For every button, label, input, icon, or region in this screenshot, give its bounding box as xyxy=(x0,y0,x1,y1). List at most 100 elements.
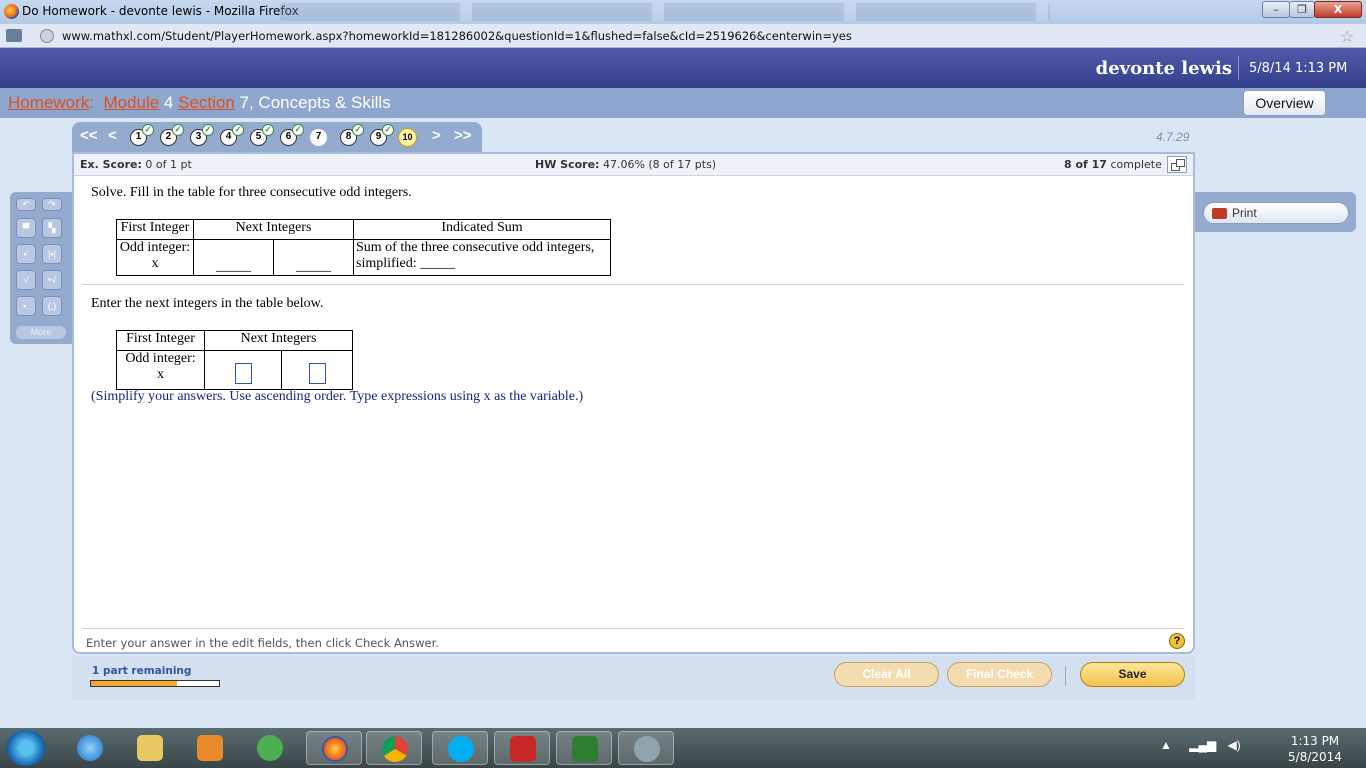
answer-input-1[interactable] xyxy=(234,363,252,384)
ref-sum-cell: Sum of the three consecutive odd integer… xyxy=(353,239,611,276)
check-icon: ✓ xyxy=(352,124,364,136)
overview-button[interactable]: Overview xyxy=(1243,90,1326,116)
tray-expand-icon[interactable]: ▲ xyxy=(1160,738,1172,752)
bookmark-star-icon[interactable]: ☆ xyxy=(1340,27,1354,47)
breadcrumb-section-link[interactable]: Section xyxy=(178,93,235,112)
exponent-icon[interactable]: ▪' xyxy=(16,244,36,264)
decimal-icon[interactable]: ▪. xyxy=(16,296,36,316)
window-title: Do Homework - devonte lewis - Mozilla Fi… xyxy=(22,4,299,18)
background-tabs xyxy=(280,3,1050,21)
window-titlebar: Do Homework - devonte lewis - Mozilla Fi… xyxy=(0,0,1366,24)
footer-divider xyxy=(82,628,1184,629)
breadcrumb-homework-link[interactable]: Homework xyxy=(8,93,89,112)
redo-icon[interactable]: ↷ xyxy=(42,198,62,211)
taskbar-media-player[interactable] xyxy=(182,731,238,765)
taskbar-messenger[interactable] xyxy=(242,731,298,765)
progress-fill xyxy=(91,681,177,686)
taskbar-excel[interactable] xyxy=(556,731,612,765)
ordered-pair-icon[interactable]: (,) xyxy=(42,296,62,316)
question-bubble-6[interactable]: 6 ✓ xyxy=(280,124,304,146)
ref-next-blank-1: _____ xyxy=(193,239,274,276)
answer-first-var: x xyxy=(157,367,164,382)
question-bubble-10[interactable]: 10 xyxy=(398,128,417,147)
taskbar-acrobat[interactable] xyxy=(494,731,550,765)
first-question-button[interactable]: << xyxy=(80,127,98,144)
question-bubble-2[interactable]: 2 ✓ xyxy=(160,124,184,146)
expand-window-icon[interactable] xyxy=(1167,156,1187,173)
question-bubble-8[interactable]: 8 ✓ xyxy=(340,124,364,146)
question-bubble-4[interactable]: 4 ✓ xyxy=(220,124,244,146)
print-panel: Print xyxy=(1195,192,1356,232)
question-navigator: << < 1 ✓ 2 ✓ 3 ✓ 4 ✓ 5 ✓ 6 ✓ 7 8 ✓ 9 ✓ 10 > >> xyxy=(72,122,482,152)
question-bubble-5[interactable]: 5 ✓ xyxy=(250,124,274,146)
final-check-button[interactable]: Final Check xyxy=(947,662,1052,687)
taskbar-ie[interactable] xyxy=(62,731,118,765)
last-question-button[interactable]: >> xyxy=(454,127,472,144)
question-bubble-1[interactable]: 1 ✓ xyxy=(130,124,154,146)
prev-question-button[interactable]: < xyxy=(108,127,117,144)
question-bubble-3[interactable]: 3 ✓ xyxy=(190,124,214,146)
ex-score-value: 0 of 1 pt xyxy=(145,158,192,171)
ref-sum-text: Sum of the three consecutive odd integer… xyxy=(356,240,595,255)
breadcrumb-section-title: 7, Concepts & Skills xyxy=(234,93,391,112)
check-icon: ✓ xyxy=(142,124,154,136)
excel-icon xyxy=(572,736,598,762)
button-separator xyxy=(1065,666,1066,686)
hw-score-label: HW Score: xyxy=(535,158,600,171)
breadcrumb-module-link[interactable]: Module xyxy=(103,93,159,112)
skype-icon xyxy=(448,736,474,762)
taskbar-paint[interactable] xyxy=(618,731,674,765)
fraction-icon[interactable]: ▀ xyxy=(16,218,36,238)
paint-icon xyxy=(634,736,660,762)
minimize-button[interactable]: – xyxy=(1262,1,1290,18)
print-button[interactable]: Print xyxy=(1203,202,1349,224)
answer-prompt: Enter the next integers in the table bel… xyxy=(91,296,324,311)
messenger-icon xyxy=(257,735,283,761)
mixed-number-icon[interactable]: ▚ xyxy=(42,218,62,238)
breadcrumb-module-number: 4 xyxy=(159,93,179,112)
ref-first-cell: Odd integer: x xyxy=(116,239,194,276)
answer-first-cell: Odd integer: x xyxy=(116,350,205,390)
ref-sum-simplified: simplified: _____ xyxy=(356,256,456,271)
answer-cell-2 xyxy=(281,350,353,390)
square-root-icon[interactable]: √ xyxy=(16,270,36,290)
taskbar-clock[interactable]: 1:13 PM 5/8/2014 xyxy=(1282,733,1348,765)
absolute-value-icon[interactable]: |▪| xyxy=(42,244,62,264)
taskbar-skype[interactable] xyxy=(432,731,488,765)
close-button[interactable]: X xyxy=(1314,1,1362,18)
bottom-action-bar: 1 part remaining Clear All Final Check S… xyxy=(72,656,1195,700)
answer-input-2[interactable] xyxy=(308,363,326,384)
volume-icon[interactable]: ◀) xyxy=(1228,738,1241,752)
section-divider xyxy=(82,284,1184,285)
nth-root-icon[interactable]: ⁿ√ xyxy=(42,270,62,290)
clock-date: 5/8/2014 xyxy=(1288,750,1342,764)
next-question-button[interactable]: > xyxy=(432,127,441,144)
firefox-taskbar-icon xyxy=(322,736,348,762)
breadcrumb: Homework: Module 4 Section 7, Concepts &… xyxy=(8,93,391,113)
check-icon: ✓ xyxy=(172,124,184,136)
url-field[interactable]: www.mathxl.com/Student/PlayerHomework.as… xyxy=(62,29,852,43)
hw-score-value: 47.06% (8 of 17 pts) xyxy=(602,158,717,171)
question-bubble-7[interactable]: 7 xyxy=(310,129,327,146)
maximize-button[interactable]: ❐ xyxy=(1289,1,1315,18)
question-bubble-9[interactable]: 9 ✓ xyxy=(370,124,394,146)
ex-score-label: Ex. Score: xyxy=(80,158,142,171)
taskbar-explorer[interactable] xyxy=(122,731,178,765)
help-icon[interactable]: ? xyxy=(1169,633,1185,649)
undo-icon[interactable]: ↶ xyxy=(16,198,36,211)
page-icon xyxy=(6,29,22,42)
more-tools-button[interactable]: More xyxy=(16,326,66,339)
header-divider xyxy=(1238,56,1239,80)
save-button[interactable]: Save xyxy=(1080,662,1185,687)
score-bar: Ex. Score: 0 of 1 pt HW Score: 47.06% (8… xyxy=(74,154,1193,176)
ref-first-label: Odd integer: xyxy=(119,240,191,255)
taskbar-firefox[interactable] xyxy=(306,731,362,765)
clear-all-button[interactable]: Clear All xyxy=(834,662,939,687)
math-tool-palette: ↶ ↷ ▀ ▚ ▪' |▪| √ ⁿ√ ▪. (,) More xyxy=(10,192,72,344)
parts-remaining: 1 part remaining xyxy=(92,665,192,677)
clock-time: 1:13 PM xyxy=(1290,734,1340,748)
folder-icon xyxy=(137,735,163,761)
taskbar-chrome[interactable] xyxy=(366,731,422,765)
start-button[interactable] xyxy=(6,730,46,766)
network-icon[interactable]: ▂▄▆ xyxy=(1189,738,1216,752)
